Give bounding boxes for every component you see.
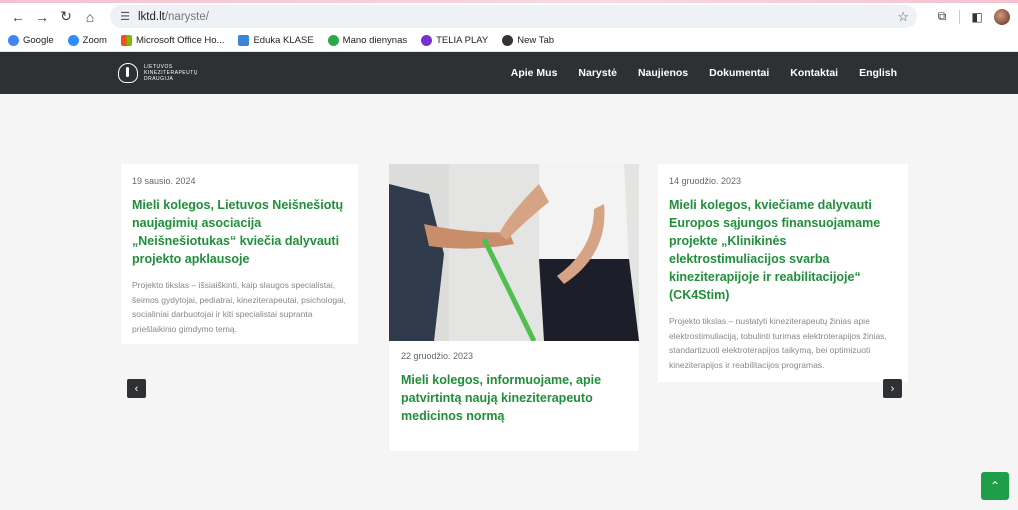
news-date: 14 gruodžio. 2023 bbox=[669, 176, 742, 186]
bookmark-office[interactable]: Microsoft Office Ho... bbox=[120, 35, 225, 46]
news-title[interactable]: Mieli kolegos, Lietuvos Neišnešiotų nauj… bbox=[132, 196, 347, 268]
url-path: /naryste/ bbox=[164, 10, 209, 23]
bookmark-label: Mano dienynas bbox=[342, 35, 408, 46]
menu-item-kontaktai[interactable]: Kontaktai bbox=[790, 67, 838, 79]
bookmark-zoom[interactable]: Zoom bbox=[67, 35, 107, 46]
microsoft-icon bbox=[120, 35, 132, 46]
site-header: Lietuvos kineziterapeutų draugija Apie M… bbox=[0, 52, 1018, 94]
carousel-next-button[interactable]: › bbox=[883, 379, 902, 398]
url-host: lktd.lt bbox=[138, 10, 165, 23]
news-card[interactable]: 22 gruodžio. 2023 Mieli kolegos, informu… bbox=[389, 164, 639, 451]
site-settings-icon[interactable]: ☰ bbox=[118, 10, 132, 24]
bookmark-label: TELIA PLAY bbox=[436, 35, 489, 46]
physiotherapy-photo-illustration bbox=[389, 164, 639, 341]
zoom-icon bbox=[67, 35, 79, 46]
bookmark-star-icon[interactable]: ☆ bbox=[897, 9, 909, 25]
chevron-left-icon: ‹ bbox=[134, 382, 139, 395]
news-title[interactable]: Mieli kolegos, kviečiame dalyvauti Europ… bbox=[669, 196, 897, 304]
google-icon bbox=[8, 35, 19, 46]
news-date: 19 sausio. 2024 bbox=[132, 176, 196, 186]
profile-avatar[interactable] bbox=[994, 8, 1010, 25]
chevron-up-icon: ⌃ bbox=[989, 479, 1001, 493]
news-photo bbox=[389, 164, 639, 341]
reload-icon[interactable]: ↻ bbox=[56, 7, 76, 27]
bookmark-label: Eduka KLASE bbox=[253, 35, 314, 46]
news-excerpt: Projekto tikslas – išsiaiškinti, kaip sl… bbox=[132, 280, 347, 334]
news-card[interactable]: 14 gruodžio. 2023 Mieli kolegos, kviečia… bbox=[658, 164, 908, 382]
logo-mark-icon bbox=[118, 63, 138, 83]
bookmark-mano-dienynas[interactable]: Mano dienynas bbox=[327, 35, 408, 46]
mano-dienynas-icon bbox=[327, 35, 339, 46]
bookmark-google[interactable]: Google bbox=[8, 35, 54, 46]
bookmarks-bar: Google Zoom Microsoft Office Ho... Eduka… bbox=[0, 30, 1018, 52]
back-icon[interactable]: ← bbox=[8, 7, 28, 27]
chevron-right-icon: › bbox=[890, 382, 895, 395]
news-carousel: 19 sausio. 2024 Mieli kolegos, Lietuvos … bbox=[0, 94, 1018, 510]
home-icon[interactable]: ⌂ bbox=[80, 7, 100, 27]
menu-item-apie-mus[interactable]: Apie Mus bbox=[511, 67, 558, 79]
browser-toolbar: ← → ↻ ⌂ ☰ lktd.lt/naryste/ ☆ ⧉ ◧ bbox=[0, 3, 1018, 30]
toolbar-divider bbox=[959, 9, 960, 24]
news-date: 22 gruodžio. 2023 bbox=[401, 351, 474, 361]
bookmark-label: New Tab bbox=[517, 35, 555, 46]
bookmark-label: Zoom bbox=[82, 35, 107, 46]
bookmark-label: Google bbox=[23, 35, 54, 46]
news-title[interactable]: Mieli kolegos, informuojame, apie patvir… bbox=[401, 371, 627, 425]
address-bar[interactable]: ☰ lktd.lt/naryste/ ☆ bbox=[110, 5, 917, 28]
browser-actions: ⧉ ◧ bbox=[933, 8, 1010, 26]
new-tab-icon bbox=[502, 35, 514, 46]
news-excerpt: Projekto tikslas – nustatyti kineziterap… bbox=[669, 316, 887, 370]
menu-item-naujienos[interactable]: Naujienos bbox=[638, 67, 688, 79]
menu-item-naryste[interactable]: Narystė bbox=[578, 67, 617, 79]
news-card-body: 22 gruodžio. 2023 Mieli kolegos, informu… bbox=[389, 341, 639, 435]
news-card[interactable]: 19 sausio. 2024 Mieli kolegos, Lietuvos … bbox=[121, 164, 358, 344]
eduka-icon bbox=[238, 35, 250, 46]
telia-play-icon bbox=[421, 35, 433, 46]
menu-item-english[interactable]: English bbox=[859, 67, 897, 79]
bookmark-new-tab[interactable]: New Tab bbox=[502, 35, 554, 46]
main-menu: Apie Mus Narystė Naujienos Dokumentai Ko… bbox=[511, 67, 897, 79]
bookmark-eduka[interactable]: Eduka KLASE bbox=[238, 35, 314, 46]
carousel-prev-button[interactable]: ‹ bbox=[127, 379, 146, 398]
bookmark-telia-play[interactable]: TELIA PLAY bbox=[421, 35, 488, 46]
menu-item-dokumentai[interactable]: Dokumentai bbox=[709, 67, 769, 79]
side-panel-icon[interactable]: ◧ bbox=[968, 8, 986, 26]
forward-icon[interactable]: → bbox=[32, 7, 52, 27]
bookmark-label: Microsoft Office Ho... bbox=[135, 35, 225, 46]
logo-text-line: draugija bbox=[144, 76, 174, 82]
logo-text: Lietuvos kineziterapeutų draugija bbox=[144, 64, 198, 82]
site-logo[interactable]: Lietuvos kineziterapeutų draugija bbox=[118, 63, 198, 83]
scroll-to-top-button[interactable]: ⌃ bbox=[981, 472, 1009, 500]
extensions-icon[interactable]: ⧉ bbox=[933, 8, 951, 26]
